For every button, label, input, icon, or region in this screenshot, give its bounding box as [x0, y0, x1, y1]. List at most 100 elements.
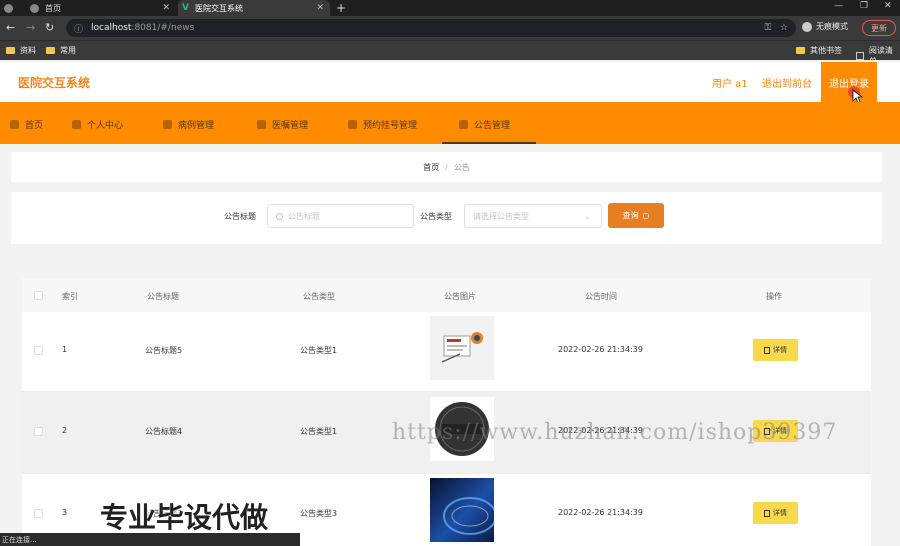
- bookmark-folder[interactable]: 常用: [46, 45, 76, 56]
- title-filter-label: 公告标题: [224, 212, 256, 221]
- detail-button[interactable]: 详情: [753, 502, 798, 524]
- url-path: :8081/#/news: [131, 23, 195, 33]
- promo-text: 专业毕设代做: [100, 501, 269, 534]
- type-select[interactable]: 请选择公告类型 ⌄: [464, 204, 602, 228]
- chevron-down-icon: ⌄: [584, 211, 591, 221]
- watermark-text: https://www.huzhan.com/ishop39397: [392, 420, 838, 445]
- row-index: 1: [62, 345, 68, 354]
- user-link[interactable]: 用户 a1: [712, 75, 748, 90]
- row-type: 公告类型3: [300, 509, 338, 518]
- row-time: 2022-02-26 21:34:39: [558, 508, 643, 517]
- document-icon: [764, 346, 770, 354]
- nav-item-cases[interactable]: 病例管理: [163, 118, 214, 131]
- nav-label: 病例管理: [178, 121, 215, 131]
- minimize-icon[interactable]: —: [834, 1, 843, 11]
- browser-tab-active[interactable]: V 医院交互系统 ✕: [178, 0, 330, 16]
- bookmark-folder-other[interactable]: 其他书签: [796, 45, 842, 56]
- row-checkbox[interactable]: [34, 427, 43, 436]
- nav-item-home[interactable]: 首页: [10, 118, 43, 131]
- type-filter-label: 公告类型: [420, 212, 452, 221]
- grid-icon: [257, 120, 266, 129]
- nav-label: 个人中心: [87, 121, 124, 131]
- row-checkbox[interactable]: [34, 509, 43, 518]
- type-select-placeholder: 请选择公告类型: [473, 211, 529, 221]
- breadcrumb-current: 公告: [453, 162, 470, 172]
- nav-label: 首页: [25, 121, 44, 131]
- app-header: 医院交互系统 用户 a1 退出到前台 退出登录: [0, 62, 900, 102]
- row-type: 公告类型1: [300, 346, 338, 355]
- nav-active-indicator: [442, 142, 536, 144]
- search-icon: [276, 212, 283, 220]
- title-search-placeholder: 公告标题: [288, 211, 320, 221]
- column-header: 公告类型: [303, 292, 335, 301]
- browser-status-bar: 正在连接...: [0, 533, 300, 546]
- info-icon: ⓘ: [74, 24, 84, 35]
- row-index: 3: [62, 508, 68, 517]
- browser-tab-home[interactable]: 首页 ✕: [26, 0, 176, 16]
- query-label: 查询: [622, 211, 639, 220]
- user-icon: [72, 120, 81, 129]
- key-icon[interactable]: ⚿ ☆: [765, 23, 789, 33]
- folder-icon: [796, 47, 805, 54]
- briefcase-icon: [348, 120, 357, 129]
- breadcrumb-home[interactable]: 首页: [423, 162, 439, 173]
- news-thumbnail-image: [430, 478, 497, 542]
- title-search-input[interactable]: 公告标题: [267, 204, 414, 228]
- home-icon: [10, 120, 19, 129]
- detail-label: 详情: [773, 346, 787, 354]
- browser-tab-bar: 首页 ✕ V 医院交互系统 ✕ + — ❐ ✕: [0, 0, 900, 16]
- select-all-checkbox[interactable]: [34, 291, 43, 300]
- nav-label: 预约挂号管理: [363, 121, 418, 131]
- breadcrumb-separator: /: [445, 162, 448, 172]
- update-button[interactable]: 更新: [862, 20, 896, 36]
- detail-label: 详情: [773, 509, 787, 517]
- folder-icon: [6, 47, 15, 54]
- detail-button[interactable]: 详情: [753, 339, 798, 361]
- query-button[interactable]: 查询 ○: [608, 203, 664, 228]
- incognito-label: 无痕模式: [816, 22, 848, 31]
- nav-item-profile[interactable]: 个人中心: [72, 118, 123, 131]
- nav-item-news[interactable]: 公告管理: [459, 118, 510, 131]
- row-type: 公告类型1: [300, 427, 338, 436]
- grid-icon: [459, 120, 468, 129]
- bookmark-folder[interactable]: 资料: [6, 45, 36, 56]
- reading-list-icon: [856, 52, 864, 60]
- bookmark-label: 资料: [20, 46, 36, 55]
- browser-tab-label: 医院交互系统: [194, 3, 243, 13]
- nav-item-appointments[interactable]: 预约挂号管理: [348, 118, 417, 131]
- nav-label: 医嘱管理: [272, 121, 309, 131]
- close-icon[interactable]: ✕: [316, 3, 324, 13]
- search-icon: ○: [642, 211, 650, 220]
- close-window-icon[interactable]: ✕: [884, 1, 892, 11]
- bookmark-label: 其他书签: [810, 46, 842, 55]
- incognito-indicator[interactable]: 无痕模式: [802, 21, 848, 32]
- reload-icon[interactable]: ↻: [45, 21, 54, 34]
- row-title: 公告标题4: [145, 427, 183, 436]
- news-thumbnail-image: [430, 316, 494, 380]
- nav-item-orders[interactable]: 医嘱管理: [257, 118, 308, 131]
- row-title: 公告标题5: [145, 346, 183, 355]
- folder-icon: [46, 47, 55, 54]
- nav-label: 公告管理: [474, 121, 511, 131]
- row-checkbox[interactable]: [34, 346, 43, 355]
- browser-tab-0[interactable]: [0, 0, 26, 16]
- url-host: localhost: [91, 23, 132, 33]
- grid-icon: [163, 120, 172, 129]
- chrome-icon: [4, 3, 13, 13]
- column-header: 公告标题: [147, 292, 179, 301]
- column-header: 索引: [62, 292, 78, 301]
- main-nav: 首页 个人中心 病例管理 医嘱管理 预约挂号管理 公告管理: [0, 102, 900, 144]
- back-icon[interactable]: ←: [6, 21, 15, 34]
- breadcrumb: 首页 / 公告: [11, 152, 882, 182]
- restore-icon[interactable]: ❐: [860, 1, 868, 11]
- bookmarks-bar: 资料 常用 其他书签 阅读清单: [0, 40, 900, 66]
- url-input[interactable]: ⓘ localhost:8081/#/news ⚿ ☆: [66, 19, 796, 37]
- new-tab-icon[interactable]: +: [336, 1, 346, 15]
- document-icon: [764, 509, 770, 517]
- back-to-front-link[interactable]: 退出到前台: [762, 75, 812, 90]
- bookmark-label: 常用: [60, 46, 76, 55]
- row-time: 2022-02-26 21:34:39: [558, 345, 643, 354]
- forward-icon[interactable]: →: [26, 21, 35, 34]
- close-icon[interactable]: ✕: [162, 3, 170, 13]
- row-index: 2: [62, 426, 68, 435]
